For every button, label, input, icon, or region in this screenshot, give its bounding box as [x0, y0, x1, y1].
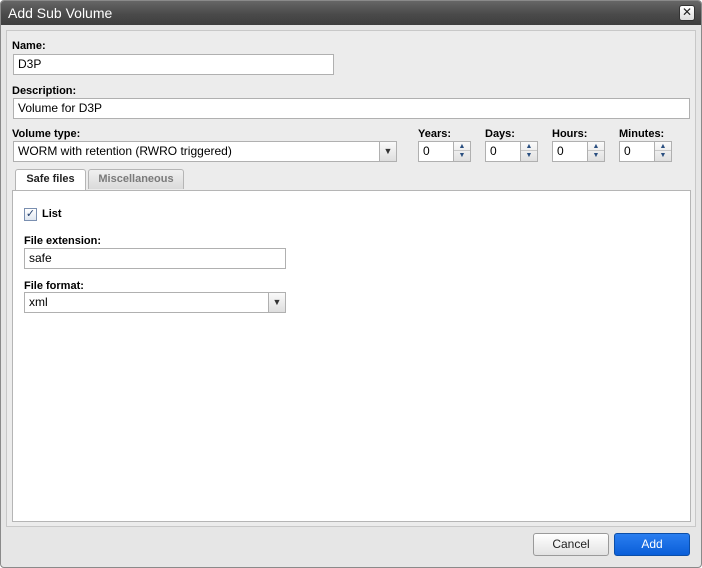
- years-spinner[interactable]: 0 ▲ ▼: [418, 141, 471, 162]
- tab-miscellaneous[interactable]: Miscellaneous: [88, 169, 184, 189]
- years-label: Years:: [418, 128, 452, 140]
- minutes-value: 0: [624, 144, 631, 158]
- days-spinner[interactable]: 0 ▲ ▼: [485, 141, 538, 162]
- minutes-label: Minutes:: [619, 128, 665, 140]
- name-input[interactable]: D3P: [13, 54, 334, 75]
- cancel-button[interactable]: Cancel: [533, 533, 609, 556]
- add-button[interactable]: Add: [614, 533, 690, 556]
- years-spin-buttons: ▲ ▼: [453, 142, 470, 161]
- years-value: 0: [423, 144, 430, 158]
- dialog-title: Add Sub Volume: [8, 5, 113, 21]
- hours-spin-buttons: ▲ ▼: [587, 142, 604, 161]
- volume-type-select[interactable]: WORM with retention (RWRO triggered) ▼: [13, 141, 397, 162]
- file-format-label: File format:: [24, 280, 84, 292]
- name-label: Name:: [12, 40, 46, 52]
- file-format-value: xml: [29, 295, 48, 309]
- triangle-down-icon[interactable]: ▼: [588, 151, 604, 160]
- close-icon[interactable]: ✕: [679, 5, 695, 21]
- dialog-titlebar[interactable]: Add Sub Volume ✕: [1, 1, 701, 25]
- description-label: Description:: [12, 85, 77, 97]
- triangle-up-icon[interactable]: ▲: [655, 142, 671, 151]
- days-value: 0: [490, 144, 497, 158]
- volume-type-value: WORM with retention (RWRO triggered): [18, 144, 232, 158]
- file-format-select[interactable]: xml ▼: [24, 292, 286, 313]
- safe-files-panel: ✓ List File extension: safe File format:…: [12, 190, 691, 522]
- add-sub-volume-dialog: Add Sub Volume ✕ Name: D3P Description: …: [0, 0, 702, 568]
- triangle-up-icon[interactable]: ▲: [521, 142, 537, 151]
- days-spin-buttons: ▲ ▼: [520, 142, 537, 161]
- days-label: Days:: [485, 128, 515, 140]
- tab-safe-files[interactable]: Safe files: [15, 169, 86, 190]
- triangle-up-icon[interactable]: ▲: [588, 142, 604, 151]
- volume-type-label: Volume type:: [12, 128, 81, 140]
- triangle-down-icon[interactable]: ▼: [655, 151, 671, 160]
- hours-value: 0: [557, 144, 564, 158]
- triangle-down-icon[interactable]: ▼: [521, 151, 537, 160]
- list-label: List: [42, 208, 62, 220]
- triangle-up-icon[interactable]: ▲: [454, 142, 470, 151]
- chevron-down-icon[interactable]: ▼: [268, 293, 285, 312]
- minutes-spinner[interactable]: 0 ▲ ▼: [619, 141, 672, 162]
- hours-spinner[interactable]: 0 ▲ ▼: [552, 141, 605, 162]
- minutes-spin-buttons: ▲ ▼: [654, 142, 671, 161]
- description-input[interactable]: Volume for D3P: [13, 98, 690, 119]
- chevron-down-icon[interactable]: ▼: [379, 142, 396, 161]
- file-extension-label: File extension:: [24, 235, 102, 247]
- list-checkbox[interactable]: ✓: [24, 208, 37, 221]
- hours-label: Hours:: [552, 128, 588, 140]
- triangle-down-icon[interactable]: ▼: [454, 151, 470, 160]
- dialog-body: Name: D3P Description: Volume for D3P Vo…: [6, 30, 696, 527]
- file-extension-input[interactable]: safe: [24, 248, 286, 269]
